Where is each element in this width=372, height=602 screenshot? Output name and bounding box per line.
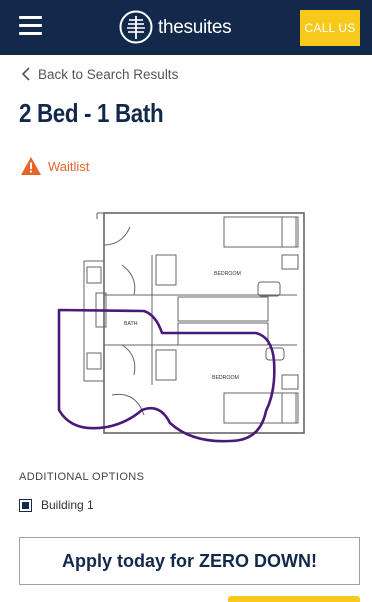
apply-button[interactable]: Apply today for ZERO DOWN! (19, 537, 360, 585)
app-header: thesuites CALL US (0, 0, 372, 55)
warning-icon (21, 157, 41, 175)
floorplan-room-label: BEDROOM (212, 375, 239, 381)
chevron-left-icon (22, 67, 30, 81)
back-link-label: Back to Search Results (38, 66, 179, 82)
additional-options-heading: ADDITIONAL OPTIONS (19, 471, 145, 483)
purple-annotation (57, 308, 276, 443)
floorplan-room-label: BEDROOM (214, 271, 241, 277)
checkbox-icon[interactable] (19, 498, 32, 512)
logo-text[interactable]: thesuites (158, 17, 232, 39)
page-title: 2 Bed - 1 Bath (19, 98, 164, 128)
floorplan-room-label: BATH (124, 321, 138, 327)
call-us-button[interactable]: CALL US (300, 10, 360, 46)
logo-icon[interactable] (119, 10, 153, 44)
status-badge: Waitlist (20, 156, 89, 176)
menu-icon[interactable] (19, 16, 42, 36)
option-building-1[interactable]: Building 1 (19, 498, 94, 512)
bottom-bar (228, 596, 360, 602)
status-text: Waitlist (48, 158, 90, 174)
option-label: Building 1 (41, 498, 94, 512)
back-to-search-link[interactable]: Back to Search Results (22, 64, 178, 84)
floor-plan-image[interactable]: BEDROOM BATH BEDROOM (52, 205, 308, 445)
